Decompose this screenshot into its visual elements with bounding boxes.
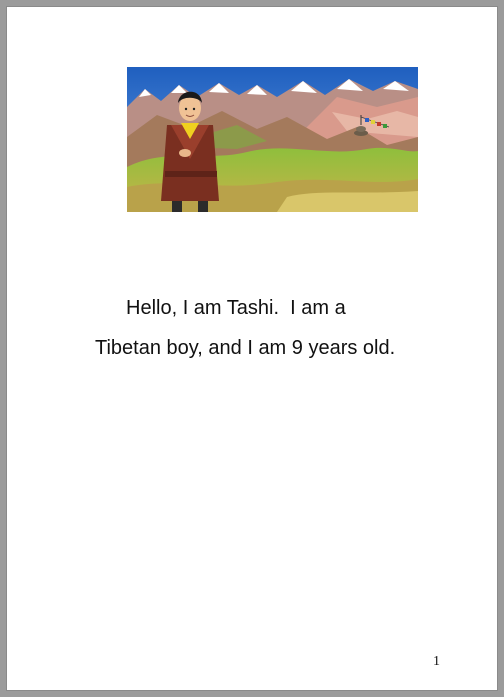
tibetan-boy-illustration [127,67,418,212]
page-number: 1 [433,654,440,669]
story-text-line-1: Hello, I am Tashi. I am a [126,297,346,319]
story-text-line-2: Tibetan boy, and I am 9 years old. [95,337,396,359]
document-page: Hello, I am Tashi. I am a Tibetan boy, a… [7,7,497,690]
